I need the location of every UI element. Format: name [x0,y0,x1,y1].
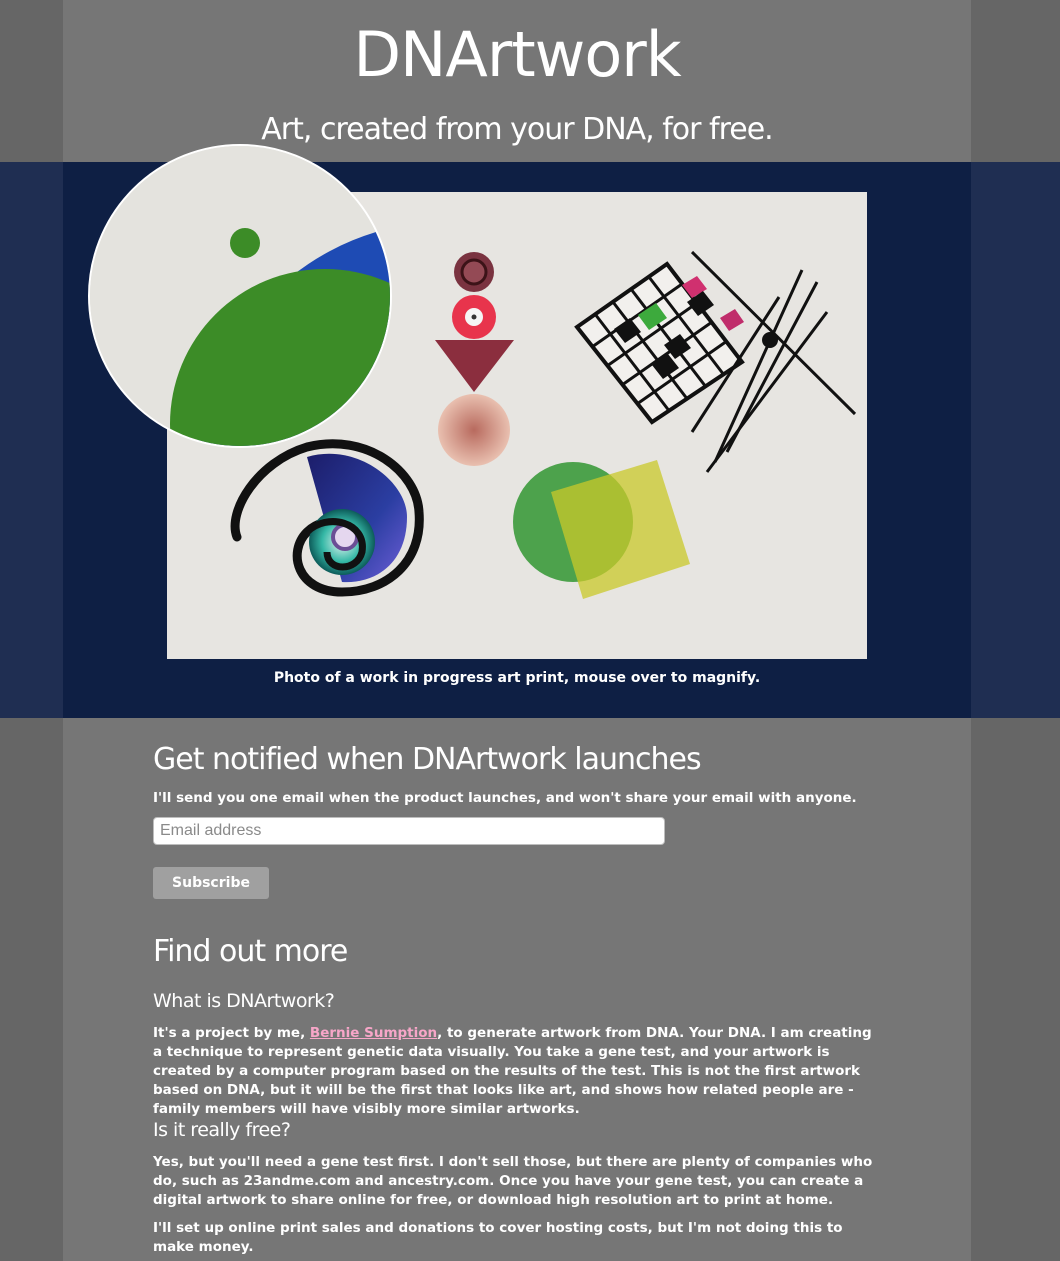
faq-answer-free: Yes, but you'll need a gene test first. … [153,1154,873,1208]
author-link[interactable]: Bernie Sumption [310,1025,437,1041]
notify-description: I'll send you one email when the product… [153,790,857,806]
site-header: DNArtwork Art, created from your DNA, fo… [63,0,971,162]
subscribe-button[interactable]: Subscribe [153,867,269,899]
hero-inner: Photo of a work in progress art print, m… [63,144,971,718]
magnified-detail [90,146,390,446]
find-out-more-heading: Find out more [153,934,348,969]
site-tagline: Art, created from your DNA, for free. [261,112,773,147]
hero-caption: Photo of a work in progress art print, m… [273,670,761,686]
content-section: Get notified when DNArtwork launches I'l… [63,718,971,1261]
email-input[interactable] [153,817,665,845]
site-title: DNArtwork [353,18,681,91]
faq-question-free: Is it really free? [153,1119,291,1141]
hero-section: Photo of a work in progress art print, m… [0,144,1060,718]
faq-question-what: What is DNArtwork? [153,990,335,1012]
notify-heading: Get notified when DNArtwork launches [153,742,702,777]
faq-answer-free-extra: I'll set up online print sales and donat… [153,1220,843,1255]
magnifier-lens [88,144,392,448]
faq-answer-what: It's a project by me, Bernie Sumption, t… [153,1024,883,1119]
faq-answer-what-pre: It's a project by me, [153,1025,310,1041]
